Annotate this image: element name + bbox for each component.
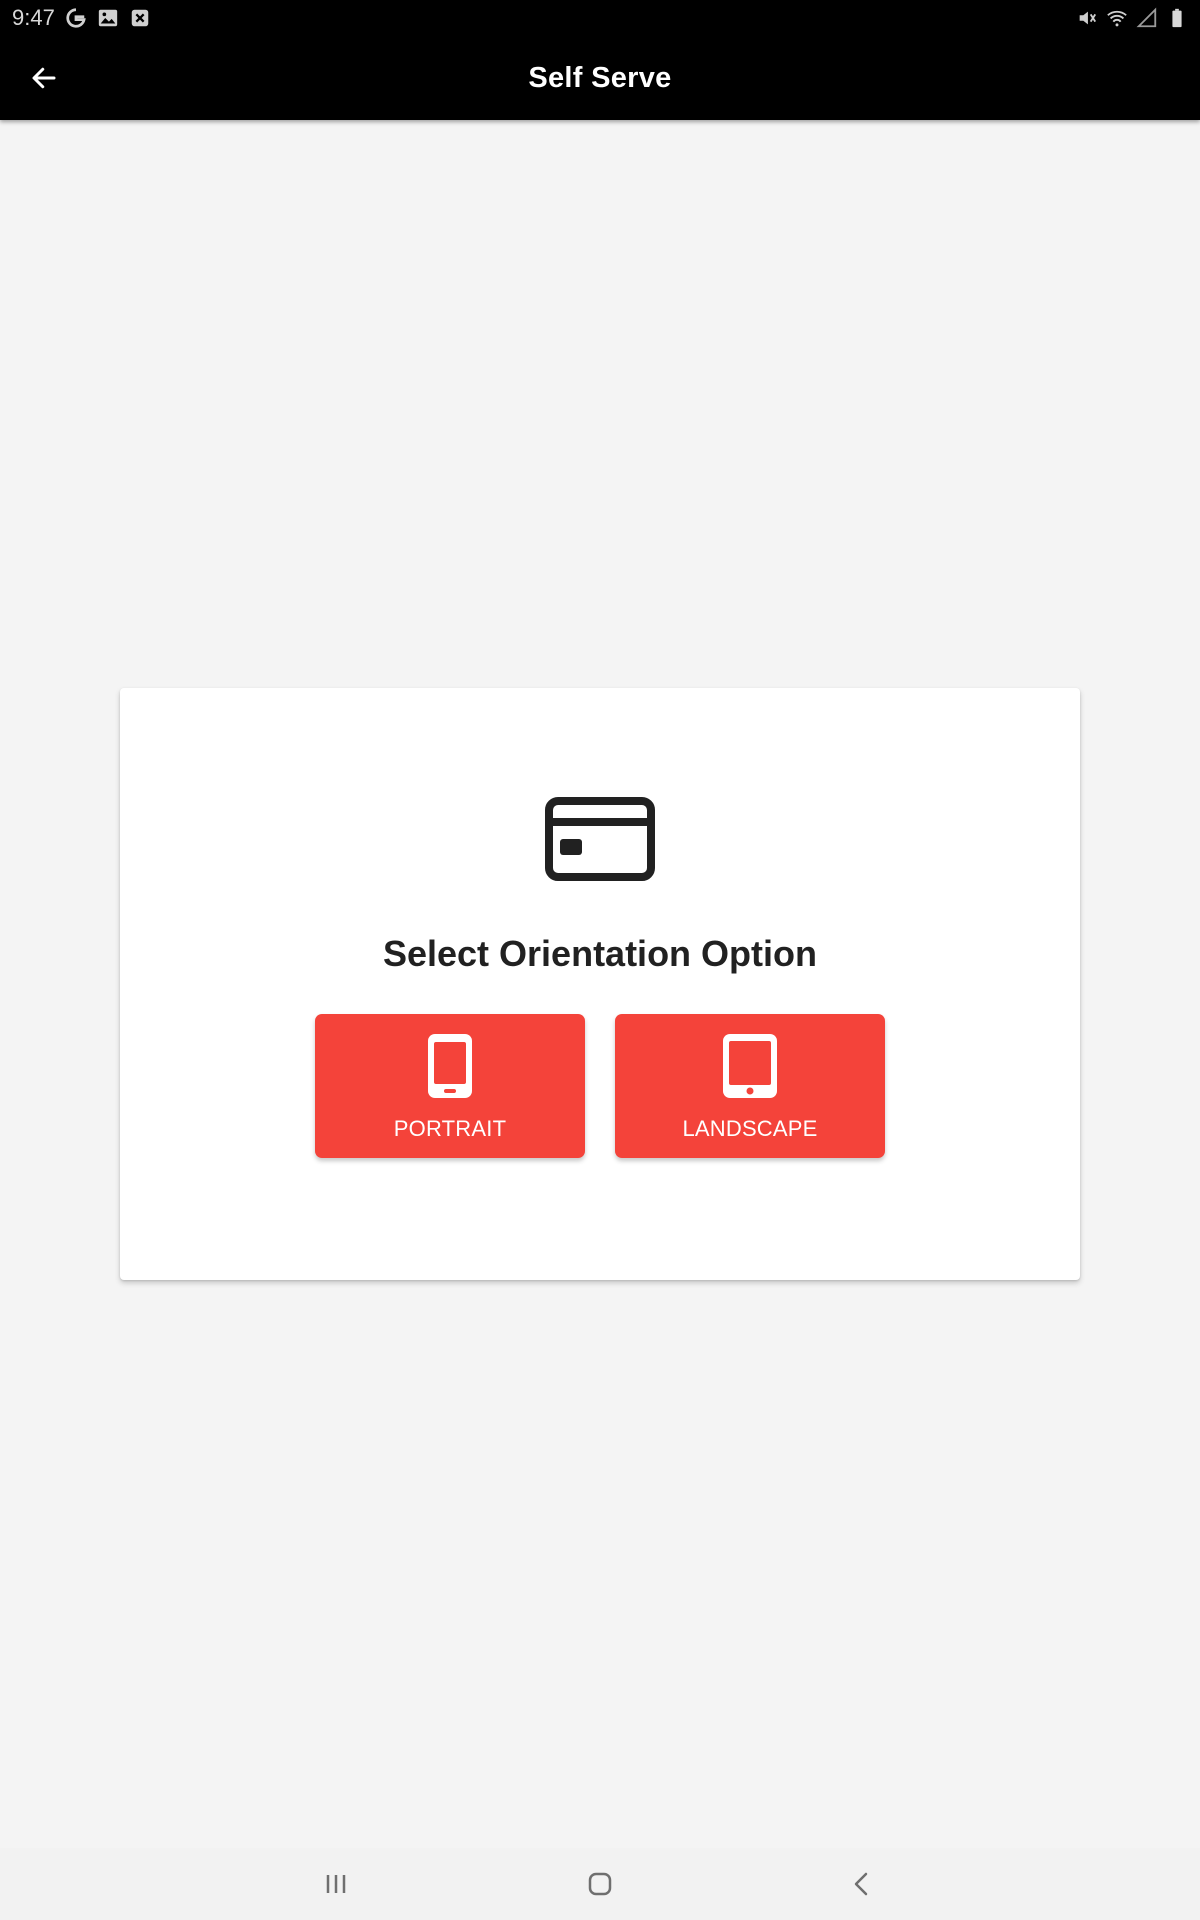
page-title: Self Serve [528, 61, 672, 94]
wifi-icon [1106, 7, 1128, 29]
system-nav-bar [0, 1848, 1200, 1920]
google-g-icon [65, 7, 87, 29]
status-left: 9:47 [12, 5, 151, 31]
app-bar: Self Serve [0, 36, 1200, 120]
phone-portrait-icon [315, 1032, 585, 1100]
back-chevron-icon [854, 1872, 868, 1896]
signal-icon [1136, 7, 1158, 29]
landscape-label: LANDSCAPE [682, 1116, 818, 1141]
portrait-button[interactable]: PORTRAIT [315, 1014, 585, 1158]
recents-button[interactable] [306, 1860, 366, 1908]
tablet-icon [615, 1032, 885, 1100]
home-button[interactable] [570, 1860, 630, 1908]
battery-icon [1166, 7, 1188, 29]
status-bar: 9:47 [0, 0, 1200, 36]
portrait-label: PORTRAIT [393, 1116, 507, 1141]
status-right [1076, 7, 1188, 29]
card-title: Select Orientation Option [382, 933, 818, 974]
close-box-icon [129, 7, 151, 29]
nav-back-button[interactable] [832, 1860, 892, 1908]
mute-icon [1076, 7, 1098, 29]
image-icon [97, 7, 119, 29]
landscape-button[interactable]: LANDSCAPE [615, 1014, 885, 1158]
credit-card-icon [544, 796, 656, 882]
orientation-card: Select Orientation Option PORTRAIT LANDS… [120, 688, 1080, 1280]
recents-icon [326, 1875, 346, 1893]
home-icon [588, 1872, 612, 1896]
status-time: 9:47 [12, 5, 55, 30]
